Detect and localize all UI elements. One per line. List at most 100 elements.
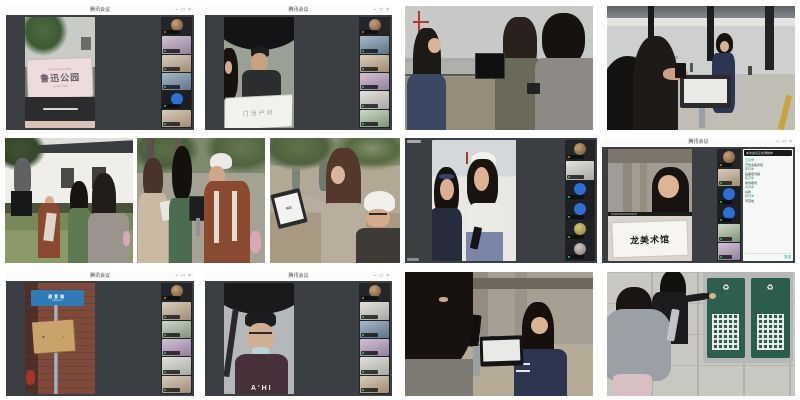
chat-text: 辛苦啦	[745, 199, 791, 204]
pink-bag	[123, 231, 131, 246]
send-button[interactable]: 发送	[745, 253, 791, 260]
photo-museum-filming[interactable]	[405, 272, 593, 396]
participant-tile	[360, 36, 389, 53]
tablet-screen	[684, 79, 727, 102]
statue-small	[292, 166, 300, 191]
mic-icon	[362, 334, 364, 336]
subject-face	[531, 317, 548, 334]
window-controls-icons: – □ ×	[374, 272, 391, 281]
participant-name-bar	[719, 237, 732, 241]
participant-tile	[162, 321, 191, 338]
app-title: 腾讯会议	[90, 8, 110, 13]
participant-avatar	[574, 183, 586, 195]
participant-name-bar	[361, 30, 378, 34]
participant-name-bar	[361, 296, 378, 300]
participant-name-bar	[719, 163, 732, 167]
meeting-screenshot-bucket-hat[interactable]: 腾讯会议 – □ × A'HI	[205, 272, 392, 396]
participant-name-bar	[361, 333, 378, 337]
sleeve-stripe	[516, 370, 530, 372]
foreground-shoulder	[405, 359, 473, 396]
meeting-screenshot-tianai-road[interactable]: 腾讯会议 – □ × 甜爱路 TIAN'AI RD ♥ ♥	[6, 272, 194, 396]
participant-tile	[718, 150, 740, 168]
heart-icon: ♥	[63, 333, 65, 337]
meeting-screenshot-two-friends[interactable]	[405, 138, 597, 263]
observer-coat	[535, 58, 593, 130]
meeting-body: lǔ xùn gōng yuán 鲁迅公园 Luxun Park	[6, 15, 194, 130]
main-video-umbrella: 门当户对	[224, 17, 294, 128]
mic-icon	[164, 297, 166, 299]
participant-tile	[566, 201, 594, 220]
meeting-screenshot-long-museum[interactable]: 腾讯会议 – □ × 龙美术馆	[602, 138, 795, 263]
participant-tile	[566, 161, 594, 180]
participant-tile	[360, 357, 389, 374]
red-lantern	[26, 370, 34, 386]
base-slot	[43, 108, 78, 110]
pillar	[765, 6, 774, 70]
participant-tile	[718, 243, 740, 261]
roof	[81, 37, 91, 50]
participant-tile	[162, 284, 191, 301]
participant-avatar	[574, 223, 586, 235]
main-video-luxun: lǔ xùn gōng yuán 鲁迅公园 Luxun Park	[25, 17, 95, 128]
participant-tile	[162, 91, 191, 108]
phone-monitor	[675, 63, 686, 78]
photo-plaza-filming[interactable]	[607, 6, 795, 130]
recycle-bin: ♻	[707, 278, 746, 358]
gimbal-handle	[473, 346, 481, 376]
meeting-screenshot-luxun-park[interactable]: 腾讯会议 – □ × lǔ xùn gōng yuán 鲁迅公园 Luxun P…	[6, 6, 194, 130]
heart-icon: ♥	[42, 334, 45, 340]
mic-icon	[164, 352, 166, 354]
photo-group-tablet[interactable]	[137, 138, 265, 263]
participant-name-bar	[719, 255, 732, 259]
participant-name-bar	[361, 370, 378, 374]
backpack-strap	[232, 191, 237, 241]
app-title: 腾讯会议	[288, 274, 308, 279]
participant-name-bar	[719, 218, 732, 222]
photo-recycling-bins[interactable]: ♻ ♻	[607, 272, 795, 396]
participant-name-bar	[361, 315, 378, 319]
column	[623, 162, 631, 212]
participant-name-bar	[163, 85, 180, 89]
participant-tile	[162, 376, 191, 393]
mic-icon	[362, 316, 364, 318]
window-controls-icons: – □ ×	[176, 272, 193, 281]
participant-tile	[360, 302, 389, 319]
photo-riverside-interview[interactable]	[405, 6, 593, 130]
participant-name-bar	[163, 122, 180, 126]
meeting-screenshot-umbrella-man[interactable]: 腾讯会议 – □ × 门当户对	[205, 6, 392, 130]
matchmaking-sign: 门当户对	[225, 95, 293, 128]
participant-name-bar	[163, 370, 180, 374]
mic-icon	[720, 201, 722, 203]
bin-label-grid	[712, 314, 739, 350]
pillar	[707, 6, 715, 61]
photo-statue-courtyard[interactable]	[5, 138, 133, 263]
pink-pants	[613, 374, 652, 396]
participant-tile	[360, 55, 389, 72]
face	[366, 209, 389, 227]
mic-icon	[568, 256, 570, 258]
tablet: 梅园	[270, 187, 307, 228]
tablet	[475, 53, 505, 79]
mic-icon	[164, 68, 166, 70]
participant-tile	[566, 241, 594, 260]
recycle-icon: ♻	[751, 283, 790, 292]
participant-tile	[162, 18, 191, 35]
pedestrian	[748, 66, 752, 76]
photo-tablet-handover[interactable]: 梅园	[270, 138, 400, 263]
participant-avatar	[171, 93, 183, 105]
recording-toast: 本次会议正在录制中	[744, 150, 792, 156]
mic-icon	[720, 182, 722, 184]
gimbal-handle	[699, 108, 705, 128]
participant-name-bar	[361, 122, 378, 126]
chat-message: 刘同学好的	[743, 185, 793, 194]
participant-tile	[566, 181, 594, 200]
crane-arm	[413, 21, 430, 23]
love-postbox: ♥ ♥	[32, 319, 75, 353]
participant-name-bar	[567, 175, 584, 179]
woman-face	[225, 61, 233, 73]
chat-message: 张同学辛苦啦	[743, 194, 793, 203]
participant-name-bar	[361, 85, 378, 89]
gimbal-handle	[196, 218, 200, 236]
mic-icon	[164, 334, 166, 336]
mic-icon	[720, 238, 722, 240]
